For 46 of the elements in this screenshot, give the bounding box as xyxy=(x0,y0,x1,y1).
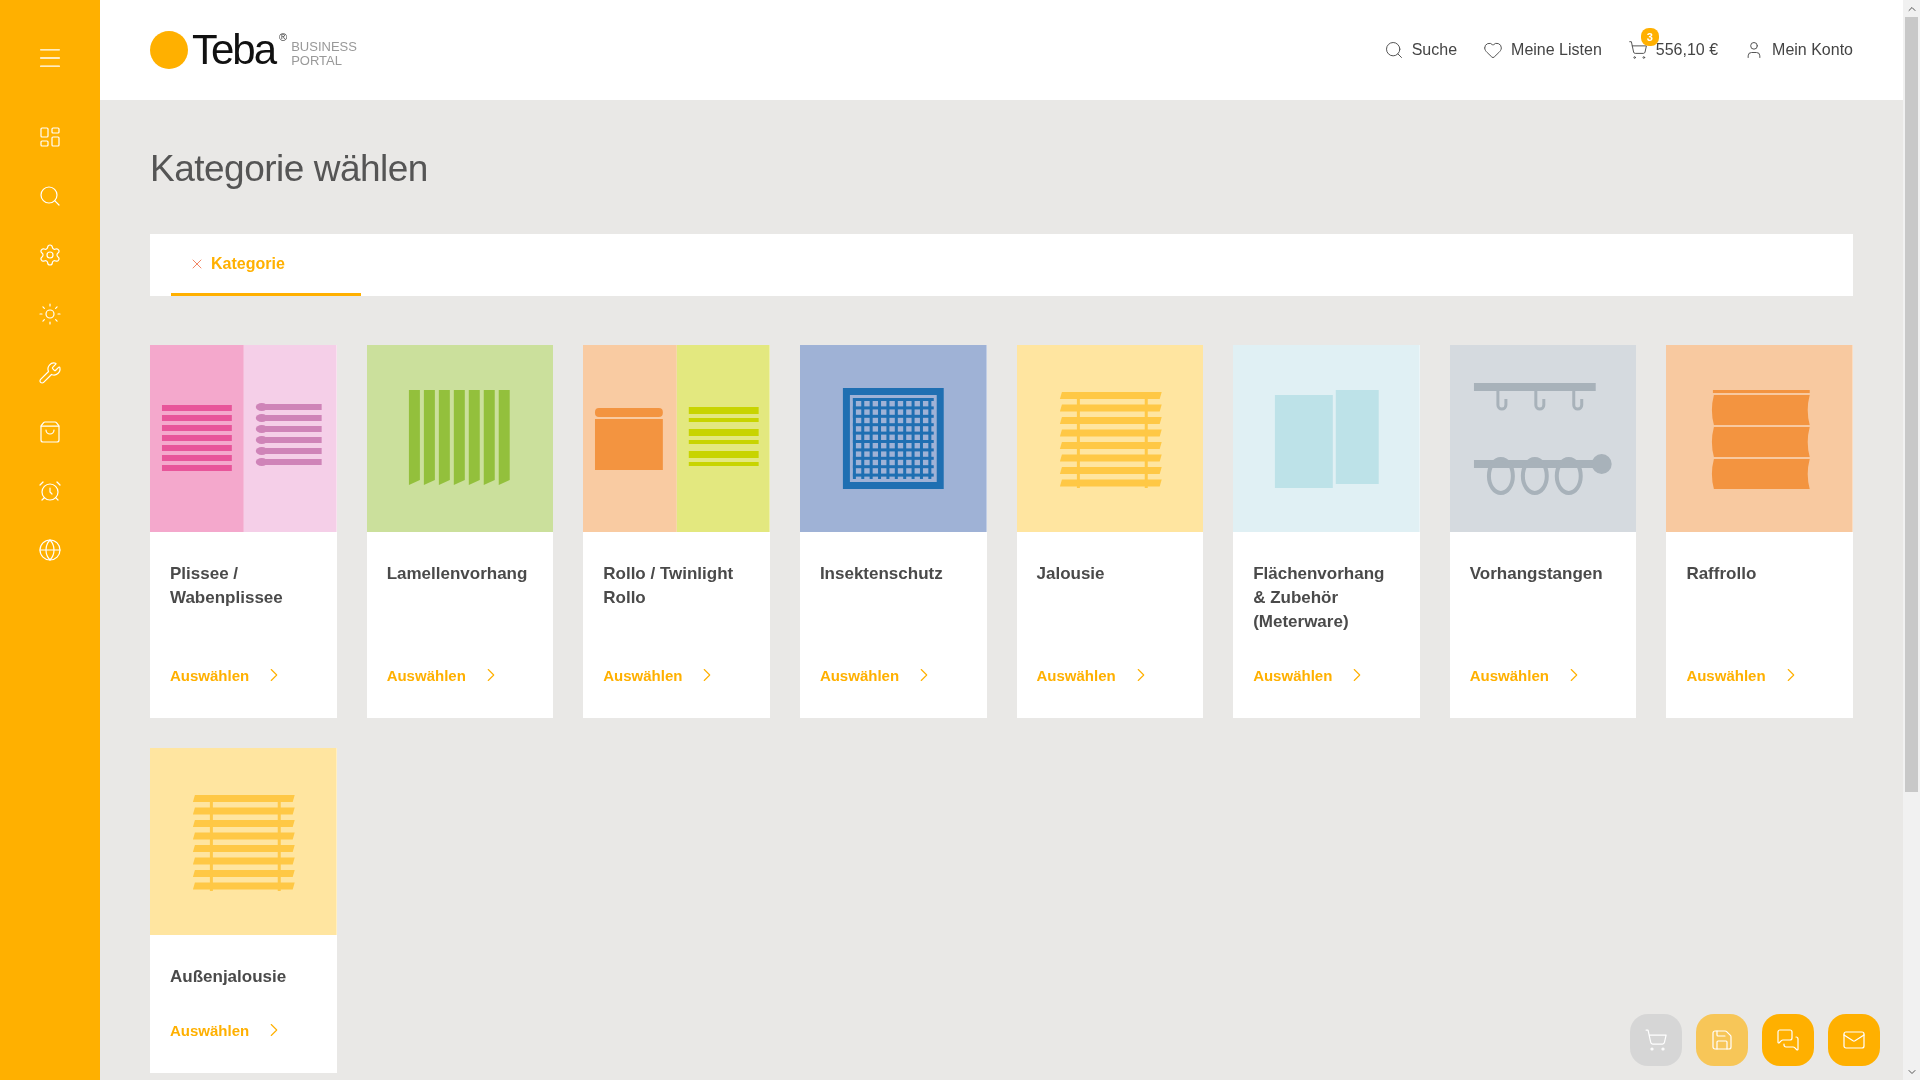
category-card[interactable]: Vorhangstangen Auswählen xyxy=(1449,345,1637,718)
mail-button[interactable] xyxy=(1828,1014,1880,1066)
logo-subtitle: PORTAL xyxy=(291,54,343,68)
category-title: Plissee / Wabenplissee xyxy=(170,563,284,609)
header-link[interactable]: Meine Listen xyxy=(1483,40,1602,60)
category-title: Vorhangstangen xyxy=(1469,563,1604,585)
heart-icon xyxy=(1483,40,1504,60)
sun-icon[interactable] xyxy=(38,302,62,326)
category-title: Insektenschutz xyxy=(819,563,944,585)
logo-subtitle: BUSINESS xyxy=(291,40,357,54)
registered-mark: ® xyxy=(279,31,288,43)
mail-icon xyxy=(1842,1028,1866,1052)
chat-icon xyxy=(1776,1028,1800,1052)
header-link[interactable]: Suche xyxy=(1383,40,1458,60)
category-card[interactable]: Außenjalousie Auswählen xyxy=(150,748,337,1073)
category-title: Lamellenvorhang xyxy=(386,563,529,585)
alarm-clock-icon[interactable] xyxy=(38,479,62,503)
category-card[interactable]: Rollo / Twinlight Rollo Auswählen xyxy=(583,345,770,718)
category-title: Außenjalousie xyxy=(170,966,288,988)
search-icon[interactable] xyxy=(38,184,62,208)
wrench-icon[interactable] xyxy=(38,361,62,385)
page-title: Kategorie wählen xyxy=(150,148,429,190)
chat-button[interactable] xyxy=(1762,1014,1814,1066)
save-button[interactable] xyxy=(1696,1014,1748,1066)
header-link[interactable]: Mein Konto xyxy=(1744,40,1853,60)
settings-icon[interactable] xyxy=(38,243,62,267)
category-title: Raffrollo xyxy=(1686,563,1758,585)
bag-icon[interactable] xyxy=(38,420,62,444)
globe-icon[interactable] xyxy=(38,538,62,562)
category-card[interactable]: Flächenvorhang & Zubehör (Meterware) Auswählen xyxy=(1233,345,1420,718)
search-icon xyxy=(1383,40,1404,60)
logo-circle-icon xyxy=(150,31,188,69)
scrollbar-thumb[interactable] xyxy=(1905,17,1918,792)
dashboard-icon[interactable] xyxy=(38,125,62,149)
cart-icon xyxy=(1644,1028,1668,1052)
category-card[interactable]: Raffrollo Auswählen xyxy=(1666,345,1853,718)
category-card[interactable]: Lamellenvorhang Auswählen xyxy=(366,345,554,718)
category-card[interactable]: Insektenschutz Auswählen xyxy=(799,345,987,718)
cart-icon xyxy=(1627,40,1648,60)
scrollbar[interactable] xyxy=(1903,0,1920,1080)
category-card[interactable]: Plissee / Wabenplissee Auswählen xyxy=(150,345,337,718)
category-title: Flächenvorhang & Zubehör (Meterware) xyxy=(1253,563,1386,633)
category-title: Rollo / Twinlight Rollo xyxy=(603,563,735,609)
category-title: Jalousie xyxy=(1036,563,1106,585)
category-card[interactable]: Jalousie Auswählen xyxy=(1016,345,1204,718)
logo-name: Teba xyxy=(192,29,276,71)
